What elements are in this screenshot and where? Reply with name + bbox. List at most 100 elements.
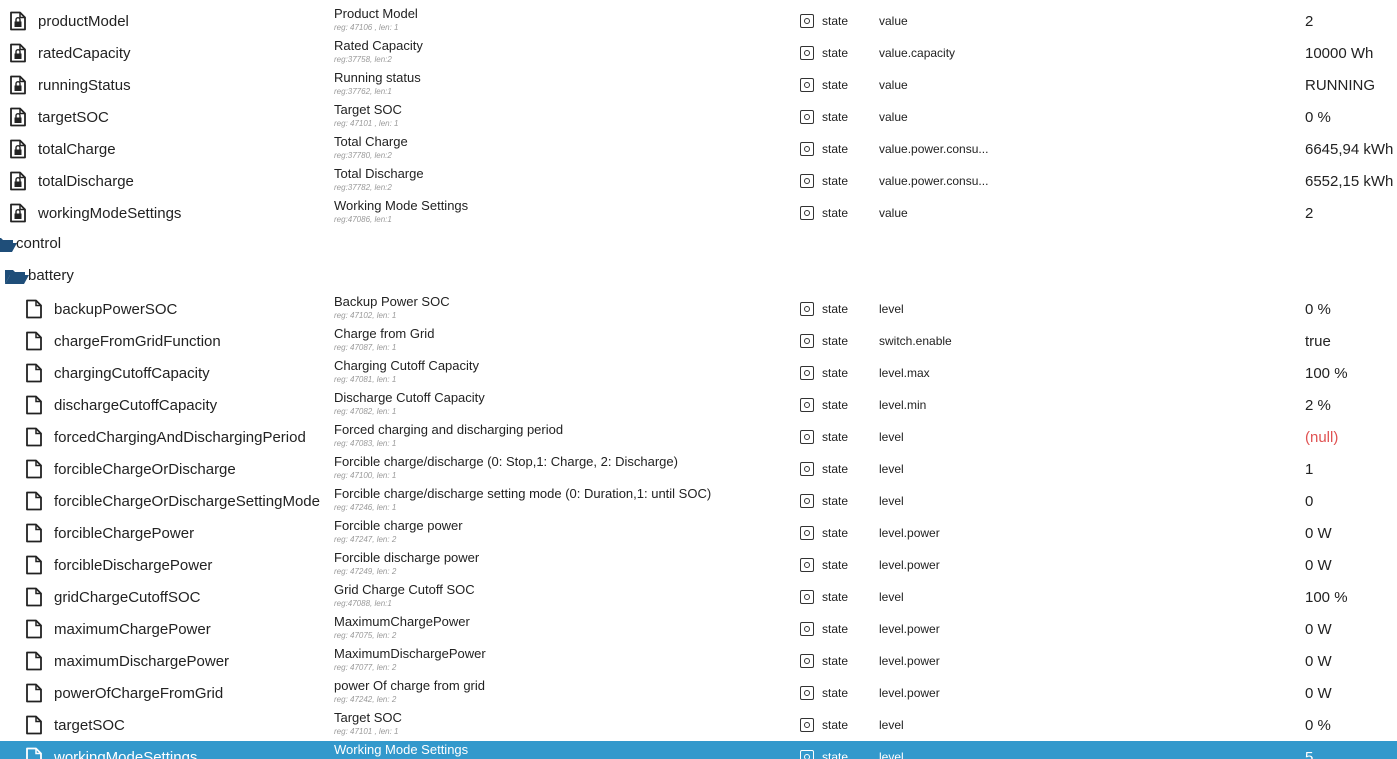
object-role: level.power	[879, 558, 940, 572]
object-value[interactable]: RUNNING	[1305, 77, 1375, 94]
tree-row[interactable]: gridChargeCutoffSOC Grid Charge Cutoff SO…	[0, 581, 1397, 613]
object-role: level	[879, 462, 904, 476]
file-icon	[25, 619, 43, 639]
state-icon	[800, 622, 814, 636]
object-value[interactable]: 0 W	[1305, 557, 1332, 574]
tree-row[interactable]: productModel Product Model reg: 47106 , le…	[0, 5, 1397, 37]
object-value[interactable]: 0 %	[1305, 717, 1331, 734]
tree-row[interactable]: chargeFromGridFunction Charge from Grid re…	[0, 325, 1397, 357]
state-icon	[800, 334, 814, 348]
file-icon	[25, 363, 43, 383]
tree-row[interactable]: chargingCutoffCapacity Charging Cutoff Ca…	[0, 357, 1397, 389]
object-value[interactable]: 0 %	[1305, 301, 1331, 318]
tree-row[interactable]: maximumChargePower MaximumChargePower reg:…	[0, 613, 1397, 645]
tree-row[interactable]: forcibleChargeOrDischargeSettingMode Forc…	[0, 485, 1397, 517]
folder-row-control[interactable]: control	[0, 229, 1397, 261]
tree-row[interactable]: totalDischarge Total Discharge reg:37782, …	[0, 165, 1397, 197]
file-icon	[25, 523, 43, 543]
object-description: Forcible charge/discharge setting mode (…	[334, 486, 712, 501]
object-value[interactable]: 10000 Wh	[1305, 45, 1373, 62]
object-type: state	[822, 46, 849, 60]
state-icon	[800, 174, 814, 188]
file-icon	[25, 427, 43, 447]
file-icon	[25, 683, 43, 703]
locked-file-icon	[9, 203, 27, 223]
object-type: state	[822, 558, 849, 572]
tree-row[interactable]: ratedCapacity Rated Capacity reg:37758, le…	[0, 37, 1397, 69]
object-name: targetSOC	[38, 109, 109, 126]
object-value[interactable]: 6645,94 kWh	[1305, 141, 1393, 158]
object-value[interactable]: true	[1305, 333, 1331, 350]
object-value[interactable]: 6552,15 kWh	[1305, 173, 1393, 190]
object-value[interactable]: 0	[1305, 493, 1313, 510]
tree-row[interactable]: totalCharge Total Charge reg:37780, len:2 s…	[0, 133, 1397, 165]
object-description: Backup Power SOC	[334, 294, 450, 309]
object-name: powerOfChargeFromGrid	[54, 685, 224, 702]
object-value[interactable]: 2	[1305, 13, 1313, 30]
object-value[interactable]: 0 %	[1305, 109, 1331, 126]
object-name: forcibleDischargePower	[54, 557, 213, 574]
tree-row[interactable]: forcibleDischargePower Forcible discharge…	[0, 549, 1397, 581]
object-description: Target SOC	[334, 710, 402, 725]
object-description: Running status	[334, 70, 421, 85]
object-role: level.min	[879, 398, 927, 412]
state-icon	[800, 526, 814, 540]
tree-row[interactable]: targetSOC Target SOC reg: 47101 , len: 1 st…	[0, 709, 1397, 741]
object-value[interactable]: 0 W	[1305, 621, 1332, 638]
tree-row[interactable]: powerOfChargeFromGrid power Of charge fro…	[0, 677, 1397, 709]
object-value[interactable]: (null)	[1305, 429, 1338, 446]
object-name: dischargeCutoffCapacity	[54, 397, 218, 414]
object-type: state	[822, 206, 849, 220]
object-name: backupPowerSOC	[54, 301, 178, 318]
register-info: reg: 47247, len: 2	[334, 535, 397, 544]
object-value[interactable]: 0 W	[1305, 685, 1332, 702]
tree-row[interactable]: workingModeSettings Working Mode Settings…	[0, 741, 1397, 759]
object-value[interactable]: 1	[1305, 461, 1313, 478]
object-type: state	[822, 174, 849, 188]
register-info: reg: 47082, len: 1	[334, 407, 397, 416]
object-role: value.power.consu...	[879, 142, 989, 156]
object-value[interactable]: 100 %	[1305, 365, 1348, 382]
state-icon	[800, 462, 814, 476]
locked-file-icon	[9, 11, 27, 31]
tree-row[interactable]: forcibleChargeOrDischarge Forcible charge…	[0, 453, 1397, 485]
object-name: runningStatus	[38, 77, 131, 94]
file-icon	[25, 331, 43, 351]
state-icon	[800, 398, 814, 412]
object-type: state	[822, 78, 849, 92]
tree-row[interactable]: maximumDischargePower MaximumDischargePow…	[0, 645, 1397, 677]
object-value[interactable]: 100 %	[1305, 589, 1348, 606]
object-description: Working Mode Settings	[334, 198, 469, 213]
register-info: reg:47088, len:1	[334, 599, 392, 608]
tree-row[interactable]: forcibleChargePower Forcible charge power…	[0, 517, 1397, 549]
object-type: state	[822, 622, 849, 636]
file-icon	[25, 459, 43, 479]
object-value[interactable]: 5	[1305, 749, 1313, 759]
object-value[interactable]: 2 %	[1305, 397, 1331, 414]
object-type: state	[822, 494, 849, 508]
tree-row[interactable]: runningStatus Running status reg:37762, le…	[0, 69, 1397, 101]
register-info: reg: 47101 , len: 1	[334, 727, 399, 736]
object-role: value.power.consu...	[879, 174, 989, 188]
object-description: Discharge Cutoff Capacity	[334, 390, 485, 405]
tree-row[interactable]: workingModeSettings Working Mode Settings…	[0, 197, 1397, 229]
open-folder-icon[interactable]	[4, 268, 30, 288]
object-value[interactable]: 0 W	[1305, 525, 1332, 542]
tree-row[interactable]: dischargeCutoffCapacity Discharge Cutoff …	[0, 389, 1397, 421]
state-icon	[800, 558, 814, 572]
tree-row[interactable]: backupPowerSOC Backup Power SOC reg: 47102…	[0, 293, 1397, 325]
object-type: state	[822, 686, 849, 700]
object-description: MaximumChargePower	[334, 614, 470, 629]
tree-row[interactable]: targetSOC Target SOC reg: 47101 , len: 1 st…	[0, 101, 1397, 133]
tree-row[interactable]: forcedChargingAndDischargingPeriod Forced…	[0, 421, 1397, 453]
register-info: reg: 47106 , len: 1	[334, 23, 399, 32]
folder-row-battery[interactable]: battery	[0, 261, 1397, 293]
object-description: Total Discharge	[334, 166, 424, 181]
state-icon	[800, 750, 814, 759]
file-icon	[25, 555, 43, 575]
object-tree: productModel Product Model reg: 47106 , le…	[0, 0, 1397, 759]
object-name: productModel	[38, 13, 129, 30]
object-value[interactable]: 2	[1305, 205, 1313, 222]
object-role: value	[879, 110, 908, 124]
object-value[interactable]: 0 W	[1305, 653, 1332, 670]
